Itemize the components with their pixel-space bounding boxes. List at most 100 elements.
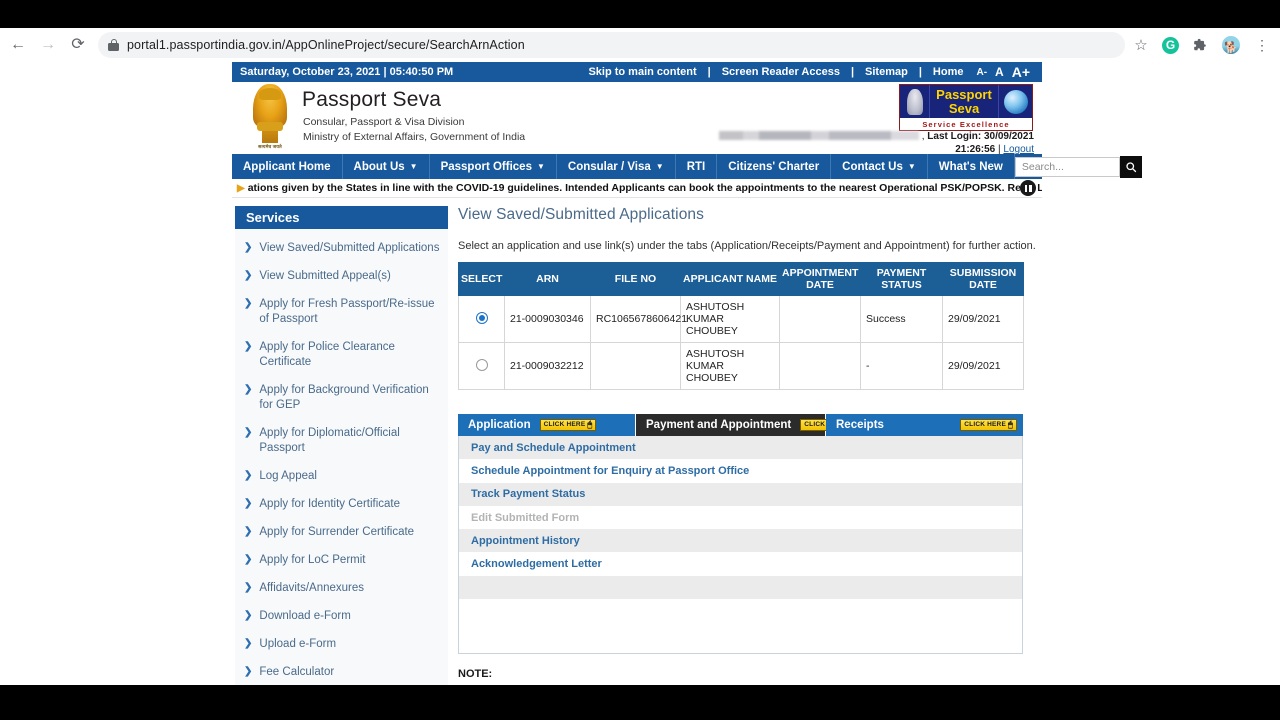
font-normal-button[interactable]: A <box>991 65 1008 79</box>
main-navigation: Applicant Home About Us ▼ Passport Offic… <box>232 154 1142 179</box>
nav-item-applicant-home[interactable]: Applicant Home <box>232 154 343 179</box>
sidebar-item-apply-loc-permit[interactable]: ❯ Apply for LoC Permit <box>235 553 448 568</box>
click-here-badge[interactable]: CLICK HERE 🖱 <box>960 419 1017 431</box>
site-subtitle-ministry: Ministry of External Affairs, Government… <box>303 131 526 143</box>
sidebar-item-label: Affidavits/Annexures <box>259 582 365 594</box>
sidebar-item-apply-identity-certificate[interactable]: ❯ Apply for Identity Certificate <box>235 497 448 512</box>
utility-bar: Saturday, October 23, 2021 | 05:40:50 PM… <box>232 62 1042 82</box>
cell-arn: 21-0009032212 <box>504 342 591 390</box>
chevron-right-icon: ❯ <box>244 470 253 481</box>
chevron-right-icon: ❯ <box>244 384 253 395</box>
nav-item-whats-new[interactable]: What's New <box>928 154 1015 179</box>
nav-item-rti[interactable]: RTI <box>676 154 718 179</box>
sidebar-item-label: Apply for Police Clearance Certificate <box>259 341 395 368</box>
sidebar-item-label: Fee Calculator <box>259 666 335 678</box>
link-acknowledgement-letter[interactable]: Acknowledgement Letter <box>459 552 1022 575</box>
back-icon[interactable]: ← <box>4 31 32 59</box>
current-datetime: Saturday, October 23, 2021 | 05:40:50 PM <box>240 66 454 78</box>
nav-item-contact-us[interactable]: Contact Us ▼ <box>831 154 928 179</box>
skip-to-main-content-link[interactable]: Skip to main content <box>579 66 705 78</box>
nav-item-citizens-charter[interactable]: Citizens' Charter <box>717 154 832 179</box>
home-link[interactable]: Home <box>924 66 973 78</box>
application-radio-selected[interactable] <box>475 311 488 324</box>
sidebar-title: Services <box>235 206 448 229</box>
link-track-payment-status[interactable]: Track Payment Status <box>459 482 1022 506</box>
sidebar-item-upload-eform[interactable]: ❯ Upload e-Form <box>235 637 448 652</box>
sidebar-item-apply-diplomatic-official-passport[interactable]: ❯ Apply for Diplomatic/Official Passport <box>235 426 448 456</box>
browser-menu-icon[interactable]: ⋮ <box>1252 35 1272 55</box>
chevron-right-icon: ❯ <box>244 498 253 509</box>
link-pay-and-schedule-appointment[interactable]: Pay and Schedule Appointment <box>459 436 1022 460</box>
row-select-cell[interactable] <box>458 342 505 390</box>
table-row[interactable]: 21-0009030346 RC1065678606421 ASHUTOSH K… <box>458 295 1024 343</box>
click-here-label: CLICK HERE <box>543 421 586 428</box>
sidebar-item-view-saved-submitted-applications[interactable]: ❯ View Saved/Submitted Applications <box>235 241 448 256</box>
chevron-down-icon: ▼ <box>907 162 916 171</box>
sidebar-item-label: Apply for LoC Permit <box>259 554 366 566</box>
sidebar-item-download-eform[interactable]: ❯ Download e-Form <box>235 609 448 624</box>
click-here-badge[interactable]: CLICK HERE 🖱 <box>539 419 597 431</box>
ticker-text[interactable]: ations given by the States in line with … <box>248 182 1042 194</box>
sidebar-item-apply-surrender-certificate[interactable]: ❯ Apply for Surrender Certificate <box>235 525 448 540</box>
address-bar-url: portal1.passportindia.gov.in/AppOnlinePr… <box>127 38 525 52</box>
sidebar-item-label: Apply for Fresh Passport/Re-issue of Pas… <box>259 298 435 325</box>
sidebar-item-affidavits-annexures[interactable]: ❯ Affidavits/Annexures <box>235 581 448 596</box>
tab-application[interactable]: Application CLICK HERE 🖱 <box>458 414 636 436</box>
note-title: NOTE: <box>458 668 493 680</box>
grammarly-icon[interactable]: G <box>1162 36 1179 54</box>
tab-receipts[interactable]: Receipts CLICK HERE 🖱 <box>826 414 1023 436</box>
passport-seva-badge: Passport Seva Service Excellence <box>899 84 1033 131</box>
nav-label: What's New <box>938 160 1003 173</box>
tab-payment-and-appointment[interactable]: Payment and Appointment CLICK HERE 🖱 <box>636 414 857 436</box>
chevron-right-icon: ❯ <box>244 427 253 438</box>
font-decrease-button[interactable]: A- <box>972 67 991 78</box>
column-header-payment-status: PAYMENT STATUS <box>860 262 943 296</box>
nav-item-passport-offices[interactable]: Passport Offices ▼ <box>430 154 557 179</box>
forward-icon[interactable]: → <box>34 31 62 59</box>
pause-icon[interactable] <box>1020 180 1036 196</box>
applications-table: SELECT ARN FILE NO APPLICANT NAME APPOIN… <box>458 262 1024 390</box>
font-increase-button[interactable]: A+ <box>1008 64 1034 80</box>
sidebar-item-apply-background-verification-gep[interactable]: ❯ Apply for Background Verification for … <box>235 383 448 413</box>
nav-label: RTI <box>686 160 706 173</box>
search-input[interactable]: Search... <box>1014 156 1120 177</box>
cell-file-no: RC1065678606421 <box>590 295 687 343</box>
extensions-puzzle-icon[interactable] <box>1190 35 1210 55</box>
site-title: Passport Seva <box>302 88 442 111</box>
bookmark-star-icon[interactable]: ☆ <box>1131 35 1151 55</box>
table-row[interactable]: 21-0009032212 ASHUTOSH KUMAR CHOUBEY - 2… <box>458 342 1024 390</box>
screenshot-root: ← → ⟳ portal1.passportindia.gov.in/AppOn… <box>0 0 1280 720</box>
sitemap-link[interactable]: Sitemap <box>856 66 917 78</box>
utility-links: Skip to main content | Screen Reader Acc… <box>579 64 1042 80</box>
nav-item-about-us[interactable]: About Us ▼ <box>343 154 430 179</box>
sidebar-item-log-appeal[interactable]: ❯ Log Appeal <box>235 469 448 484</box>
national-emblem-icon: सत्यमेव जयते <box>248 84 292 150</box>
address-bar[interactable]: portal1.passportindia.gov.in/AppOnlinePr… <box>98 32 1125 58</box>
link-appointment-history[interactable]: Appointment History <box>459 529 1022 553</box>
nav-item-consular-visa[interactable]: Consular / Visa ▼ <box>557 154 676 179</box>
link-schedule-appointment-enquiry[interactable]: Schedule Appointment for Enquiry at Pass… <box>459 459 1022 482</box>
sidebar-item-fee-calculator[interactable]: ❯ Fee Calculator <box>235 665 448 680</box>
search-icon[interactable] <box>1119 155 1142 178</box>
emblem-motto: सत्यमेव जयते <box>258 144 282 149</box>
sidebar-list: ❯ View Saved/Submitted Applications ❯ Vi… <box>235 229 448 685</box>
sidebar-item-apply-police-clearance-certificate[interactable]: ❯ Apply for Police Clearance Certificate <box>235 340 448 370</box>
column-header-select: SELECT <box>458 262 505 296</box>
tab-panel: Pay and Schedule Appointment Schedule Ap… <box>458 436 1023 654</box>
profile-avatar-icon[interactable]: 🐕 <box>1221 35 1241 55</box>
screen-reader-access-link[interactable]: Screen Reader Access <box>713 66 849 78</box>
sidebar-item-label: Apply for Surrender Certificate <box>259 526 415 538</box>
reload-icon[interactable]: ⟳ <box>64 31 92 59</box>
sidebar-item-view-submitted-appeals[interactable]: ❯ View Submitted Appeal(s) <box>235 269 448 284</box>
last-login-time: 21:26:56 <box>955 144 996 155</box>
cell-submission-date: 29/09/2021 <box>942 295 1024 343</box>
row-select-cell[interactable] <box>458 295 505 343</box>
logout-link[interactable]: Logout <box>1003 144 1034 155</box>
click-here-label: CLICK HERE <box>964 421 1006 428</box>
page-instruction: Select an application and use link(s) un… <box>458 240 1036 252</box>
cell-arn: 21-0009030346 <box>504 295 591 343</box>
link-edit-submitted-form: Edit Submitted Form <box>471 511 580 524</box>
application-radio[interactable] <box>475 358 488 371</box>
chevron-right-icon: ❯ <box>244 554 253 565</box>
sidebar-item-apply-fresh-passport[interactable]: ❯ Apply for Fresh Passport/Re-issue of P… <box>235 297 448 327</box>
